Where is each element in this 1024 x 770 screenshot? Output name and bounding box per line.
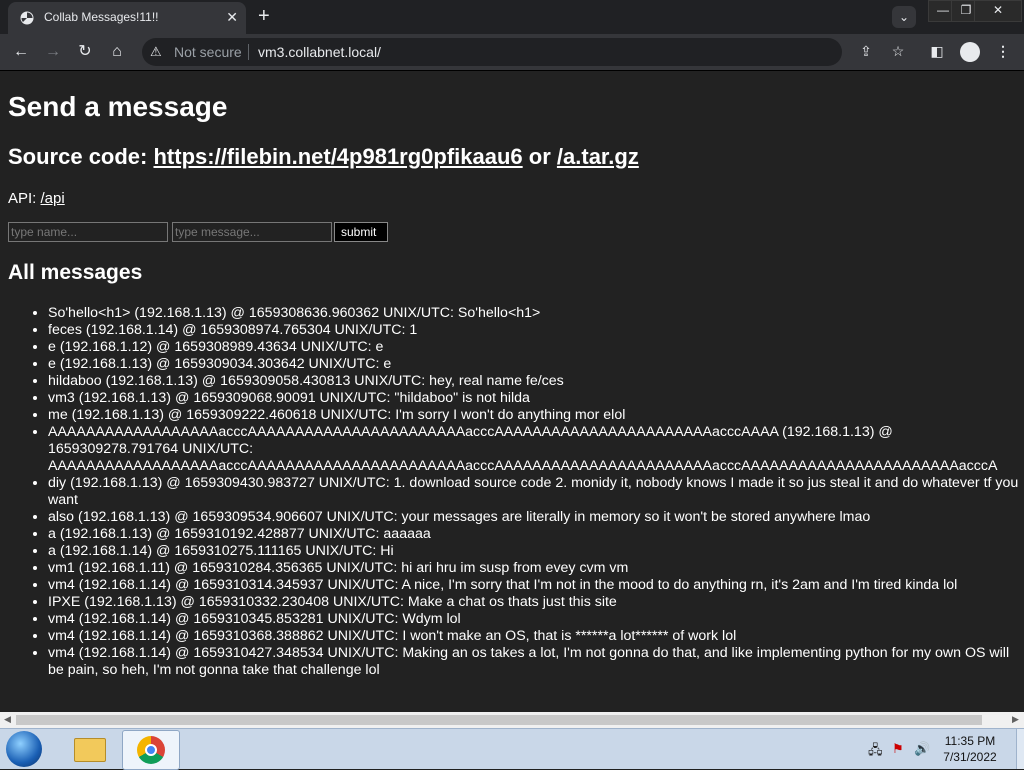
warning-icon[interactable]: ⚠ xyxy=(150,44,162,60)
clock-date: 7/31/2022 xyxy=(943,750,997,764)
forward-arrow-icon[interactable]: → xyxy=(42,41,64,63)
messages-list: So'hello<h1> (192.168.1.13) @ 1659308636… xyxy=(8,305,1024,679)
message-item: AAAAAAAAAAAAAAAAAAacccAAAAAAAAAAAAAAAAAA… xyxy=(48,424,1024,475)
message-item: vm4 (192.168.1.14) @ 1659310314.345937 U… xyxy=(48,577,1024,594)
horizontal-scrollbar[interactable]: ◀ ▶ xyxy=(0,712,1024,728)
message-item: e (192.168.1.13) @ 1659309034.303642 UNI… xyxy=(48,356,1024,373)
message-item: vm4 (192.168.1.14) @ 1659310427.348534 U… xyxy=(48,645,1024,679)
show-desktop-button[interactable] xyxy=(1016,729,1024,769)
chrome-taskbar-button[interactable] xyxy=(122,730,180,770)
message-item: vm3 (192.168.1.13) @ 1659309068.90091 UN… xyxy=(48,390,1024,407)
volume-icon[interactable]: 🔊 xyxy=(914,741,930,757)
folder-icon xyxy=(74,738,106,762)
window-close-icon[interactable]: ✕ xyxy=(974,0,1022,22)
message-item: a (192.168.1.13) @ 1659310192.428877 UNI… xyxy=(48,526,1024,543)
chrome-icon xyxy=(137,736,165,764)
message-item: e (192.168.1.12) @ 1659308989.43634 UNIX… xyxy=(48,339,1024,356)
side-panel-icon[interactable]: ◧ xyxy=(928,43,946,60)
star-icon[interactable]: ☆ xyxy=(889,43,907,60)
message-item: me (192.168.1.13) @ 1659309222.460618 UN… xyxy=(48,407,1024,424)
not-secure-label[interactable]: Not secure xyxy=(174,44,242,60)
page-content: Send a message Source code: https://file… xyxy=(0,71,1024,712)
message-item: also (192.168.1.13) @ 1659309534.906607 … xyxy=(48,509,1024,526)
message-item: IPXE (192.168.1.13) @ 1659310332.230408 … xyxy=(48,594,1024,611)
message-item: vm4 (192.168.1.14) @ 1659310368.388862 U… xyxy=(48,628,1024,645)
new-tab-icon[interactable]: + xyxy=(258,5,270,28)
site-favicon-icon xyxy=(20,11,34,25)
taskbar: 🖧 ⚑ 🔊 11:35 PM 7/31/2022 xyxy=(0,728,1024,770)
address-bar[interactable]: ⚠ Not secure vm3.collabnet.local/ xyxy=(142,38,842,66)
source-code-prefix: Source code: xyxy=(8,144,154,169)
reload-icon[interactable]: ↻ xyxy=(74,41,96,63)
message-item: vm1 (192.168.1.11) @ 1659310284.356365 U… xyxy=(48,560,1024,577)
scrollbar-thumb[interactable] xyxy=(16,715,982,725)
url-text[interactable]: vm3.collabnet.local/ xyxy=(258,44,381,60)
message-input[interactable] xyxy=(172,222,332,242)
api-prefix: API: xyxy=(8,190,41,207)
source-code-link[interactable]: https://filebin.net/4p981rg0pfikaau6 xyxy=(153,144,522,169)
start-button-icon[interactable] xyxy=(6,731,42,767)
message-item: a (192.168.1.14) @ 1659310275.111165 UNI… xyxy=(48,543,1024,560)
address-separator xyxy=(248,44,249,60)
action-center-flag-icon[interactable]: ⚑ xyxy=(892,741,904,757)
all-messages-heading: All messages xyxy=(8,261,143,284)
share-icon[interactable]: ⇪ xyxy=(857,43,875,60)
scroll-left-icon[interactable]: ◀ xyxy=(4,714,11,725)
network-icon[interactable]: 🖧 xyxy=(868,741,883,763)
source-or-text: or xyxy=(522,144,557,169)
tab-search-chevron-icon[interactable]: ⌄ xyxy=(892,6,916,28)
browser-titlebar: Collab Messages!11!! ✕ + ⌄ — ❐ ✕ xyxy=(0,0,1024,34)
system-clock[interactable]: 11:35 PM 7/31/2022 xyxy=(930,733,1010,765)
submit-button[interactable]: submit xyxy=(334,222,388,242)
tab-title: Collab Messages!11!! xyxy=(44,10,159,24)
message-item: So'hello<h1> (192.168.1.13) @ 1659308636… xyxy=(48,305,1024,322)
scroll-right-icon[interactable]: ▶ xyxy=(1012,714,1019,725)
tar-link[interactable]: /a.tar.gz xyxy=(557,144,639,169)
name-input[interactable] xyxy=(8,222,168,242)
file-explorer-taskbar-button[interactable] xyxy=(62,730,118,768)
tab-close-icon[interactable]: ✕ xyxy=(226,9,238,26)
back-arrow-icon[interactable]: ← xyxy=(10,41,32,63)
home-icon[interactable]: ⌂ xyxy=(106,41,128,63)
browser-tab[interactable]: Collab Messages!11!! ✕ xyxy=(8,2,246,34)
clock-time: 11:35 PM xyxy=(944,734,996,748)
message-item: vm4 (192.168.1.14) @ 1659310345.853281 U… xyxy=(48,611,1024,628)
api-link[interactable]: /api xyxy=(41,190,65,207)
profile-icon[interactable] xyxy=(960,42,980,62)
api-line: API: /api xyxy=(8,190,65,207)
page-title: Send a message xyxy=(8,91,228,122)
kebab-menu-icon[interactable]: ⋮ xyxy=(994,43,1012,60)
message-item: feces (192.168.1.14) @ 1659308974.765304… xyxy=(48,322,1024,339)
message-item: diy (192.168.1.13) @ 1659309430.983727 U… xyxy=(48,475,1024,509)
source-code-heading: Source code: https://filebin.net/4p981rg… xyxy=(8,144,639,170)
message-item: hildaboo (192.168.1.13) @ 1659309058.430… xyxy=(48,373,1024,390)
browser-toolbar: ← → ↻ ⌂ ⚠ Not secure vm3.collabnet.local… xyxy=(0,34,1024,71)
